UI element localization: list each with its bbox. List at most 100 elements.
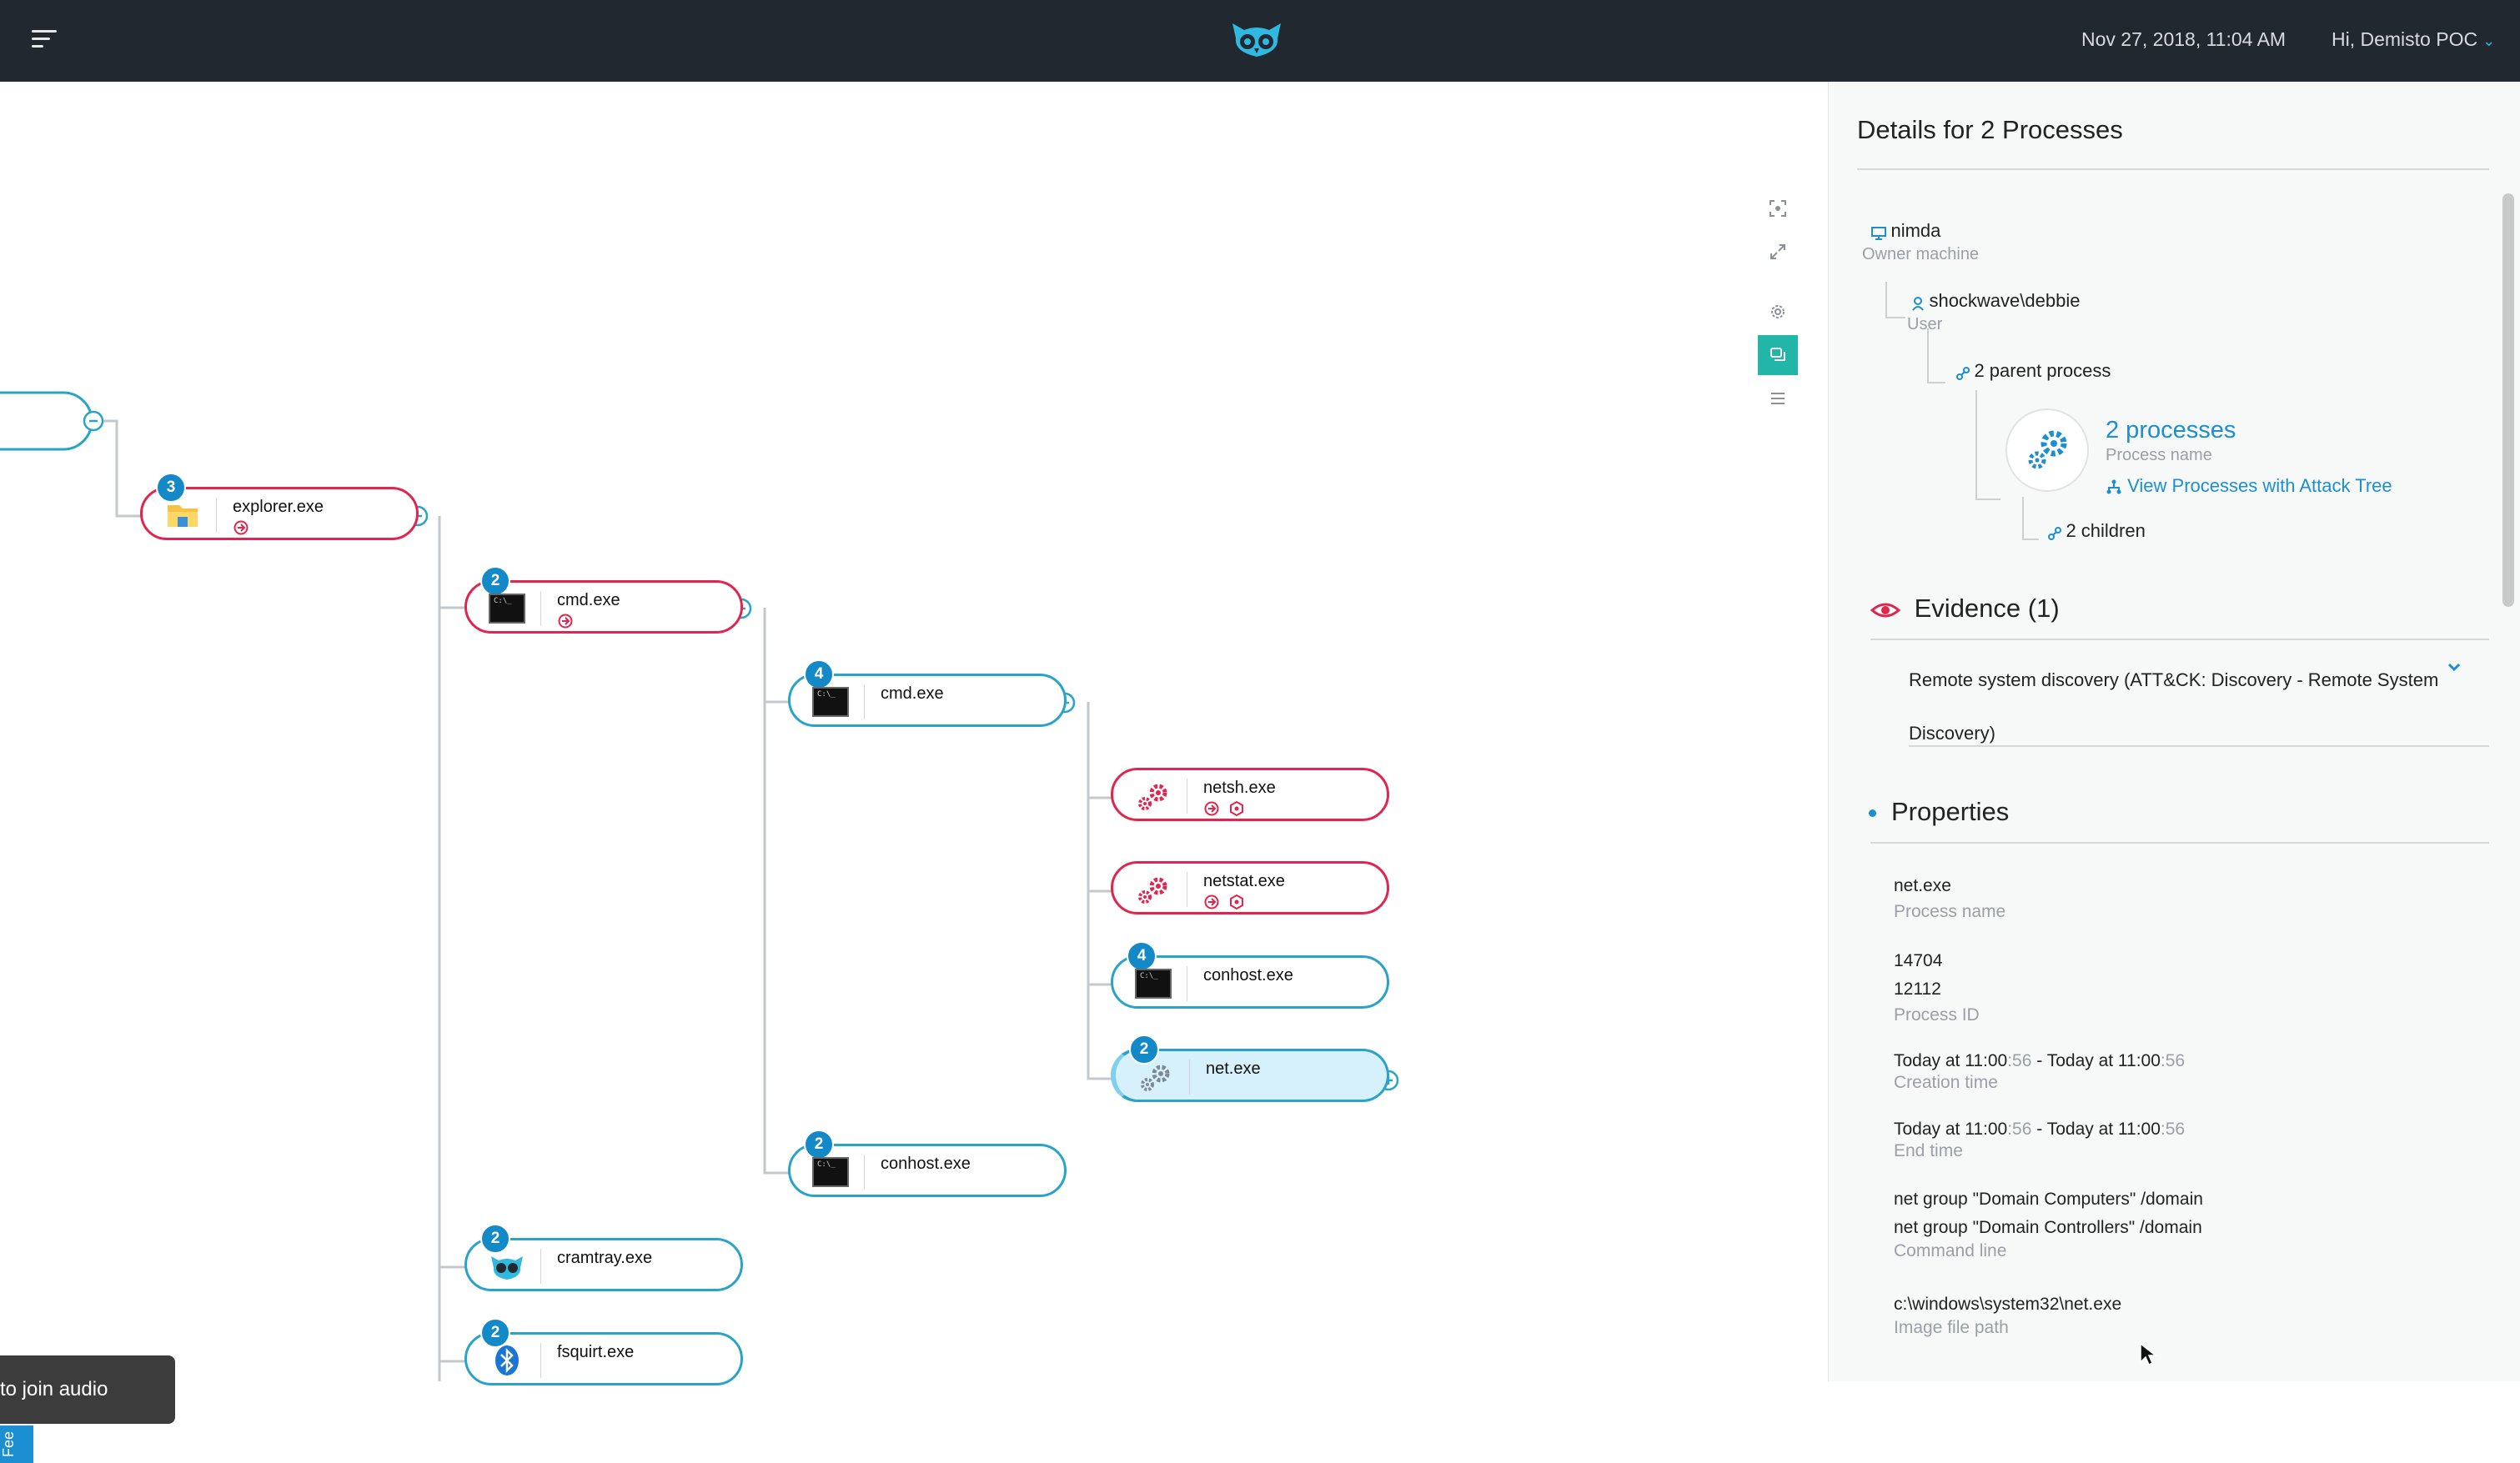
evidence-text-line2: Discovery) <box>1909 723 1995 744</box>
process-name: cramtray.exe <box>557 1249 653 1267</box>
folder-icon <box>168 505 198 527</box>
suspicion-icon <box>1204 801 1219 816</box>
owner-machine-item: nimda Owner machine <box>1862 220 1979 264</box>
process-tree-canvas[interactable]: 3 explorer.exe 2 cmd.exe 4 cmd.exe <box>0 82 1828 1463</box>
process-name: explorer.exe <box>233 498 324 516</box>
process-node-netsh[interactable]: netsh.exe <box>1111 768 1389 821</box>
property-command-line: net group "Domain Computers" /domain net… <box>1894 1185 2203 1260</box>
gears-icon <box>1141 1065 1170 1091</box>
parent-process-text: 2 parent process <box>1974 360 2111 381</box>
hierarchy-line <box>2022 539 2039 540</box>
details-panel: Details for 2 Processes nimda Owner mach… <box>1828 82 2520 1381</box>
focus-icon <box>1770 200 1786 217</box>
property-label: Command line <box>1894 1241 2007 1260</box>
process-name: net.exe <box>1206 1060 1261 1078</box>
process-name: conhost.exe <box>1203 966 1293 985</box>
divider <box>1909 745 2489 747</box>
process-node-cmd[interactable]: 4 cmd.exe <box>788 659 1067 727</box>
fullscreen-button[interactable] <box>1758 232 1798 272</box>
time-value: Today at 11:00 <box>1894 1051 2008 1070</box>
process-node-cramtray[interactable]: 2 cramtray.exe <box>464 1224 743 1291</box>
list-view-button[interactable] <box>1758 378 1798 418</box>
details-title: Details for 2 Processes <box>1857 115 2123 144</box>
collapse-toggle-icon[interactable] <box>83 410 104 432</box>
feedback-tab[interactable]: Fee <box>0 1425 33 1463</box>
time-seconds: :56 <box>2007 1120 2032 1139</box>
hierarchy-line <box>1885 282 1887 318</box>
scrollbar[interactable] <box>2502 193 2514 607</box>
hierarchy-line <box>1927 382 1945 383</box>
hierarchy-line <box>2022 497 2024 540</box>
children-text: 2 children <box>2066 520 2146 541</box>
list-icon <box>1771 393 1785 404</box>
attack-tree-link[interactable]: View Processes with Attack Tree <box>2106 475 2392 497</box>
time-seconds: :56 <box>2007 1051 2032 1070</box>
terminal-icon <box>812 687 849 717</box>
threat-marks <box>1203 894 1250 910</box>
details-view-button[interactable] <box>1758 335 1798 375</box>
process-node-conhost[interactable]: 2 conhost.exe <box>788 1130 1067 1197</box>
process-name: cmd.exe <box>881 684 944 703</box>
property-end-time: Today at 11:00:56 - Today at 11:00:56 En… <box>1894 1115 2186 1160</box>
owl-icon <box>491 1256 523 1280</box>
graph-toolbar <box>1758 188 1801 422</box>
threat-marks <box>1203 800 1250 817</box>
process-node-conhost[interactable]: 4 conhost.exe <box>1111 941 1389 1009</box>
settings-button[interactable] <box>1758 292 1798 332</box>
properties-title: Properties <box>1891 797 2010 826</box>
process-node-cmd[interactable]: 2 cmd.exe <box>464 566 743 634</box>
user-icon <box>1912 296 1924 311</box>
owl-logo-icon[interactable] <box>1229 18 1284 60</box>
terminal-icon <box>812 1157 849 1187</box>
gear-icon <box>1771 305 1785 318</box>
gears-icon <box>2028 430 2067 469</box>
process-name: conhost.exe <box>881 1155 971 1173</box>
time-value: - Today at 11:00 <box>2031 1120 2161 1139</box>
user-item: shockwave\debbie User <box>1907 290 2080 334</box>
suspicion-icon <box>558 614 573 629</box>
property-value: net.exe <box>1894 876 1951 895</box>
count-badge: 4 <box>1127 941 1157 971</box>
threat-marks <box>557 613 579 629</box>
hamburger-menu-icon[interactable] <box>32 30 57 50</box>
process-avatar <box>2005 408 2089 492</box>
properties-header[interactable]: Properties <box>1869 797 2009 827</box>
chevron-down-icon[interactable] <box>2446 659 2462 675</box>
property-value: c:\windows\system32\net.exe <box>1894 1295 2122 1314</box>
property-value: net group "Domain Computers" /domain <box>1894 1190 2203 1209</box>
time-seconds: :56 <box>2160 1120 2186 1139</box>
process-node-explorer[interactable]: 3 explorer.exe <box>140 473 419 540</box>
node-divider <box>864 1155 865 1190</box>
evidence-header[interactable]: Evidence (1) <box>1870 594 2060 624</box>
parent-process-item[interactable]: 2 parent process <box>1955 360 2111 382</box>
hierarchy-line <box>1975 390 1977 500</box>
property-label: End time <box>1894 1141 1963 1160</box>
center-view-button[interactable] <box>1758 188 1798 228</box>
attack-tree-link-text: View Processes with Attack Tree <box>2127 475 2392 496</box>
hierarchy-line <box>1927 328 1929 383</box>
current-datetime: Nov 27, 2018, 11:04 AM <box>2081 28 2287 50</box>
terminal-icon <box>1135 969 1172 999</box>
count-badge: 2 <box>804 1130 834 1160</box>
gears-icon <box>1138 784 1167 810</box>
monitor-icon <box>1871 226 1886 240</box>
process-node-net[interactable]: 2 net.exe <box>1111 1035 1389 1102</box>
eye-icon <box>1870 603 1901 618</box>
node-divider <box>216 498 217 533</box>
join-audio-text: to join audio <box>0 1378 108 1400</box>
suspicion-icon <box>1204 894 1219 909</box>
property-label: Process ID <box>1894 1005 1980 1025</box>
divider <box>1870 842 2489 844</box>
time-value: Today at 11:00 <box>1894 1120 2008 1139</box>
processes-title[interactable]: 2 processes <box>2106 417 2392 444</box>
panel-icon <box>1770 348 1785 361</box>
user-menu[interactable]: Hi, Demisto POC ⌄ <box>2332 28 2495 51</box>
process-name: netsh.exe <box>1203 779 1276 797</box>
children-item[interactable]: 2 children <box>2047 520 2146 542</box>
process-node-netstat[interactable]: netstat.exe <box>1111 861 1389 914</box>
terminal-icon <box>489 594 525 624</box>
user-greeting: Hi, Demisto POC <box>2332 28 2478 50</box>
evidence-item[interactable]: Remote system discovery (ATT&CK: Discove… <box>1909 654 2442 760</box>
process-node-fsquirt[interactable]: 2 fsquirt.exe <box>464 1318 743 1385</box>
join-audio-toast[interactable]: to join audio <box>0 1355 175 1424</box>
